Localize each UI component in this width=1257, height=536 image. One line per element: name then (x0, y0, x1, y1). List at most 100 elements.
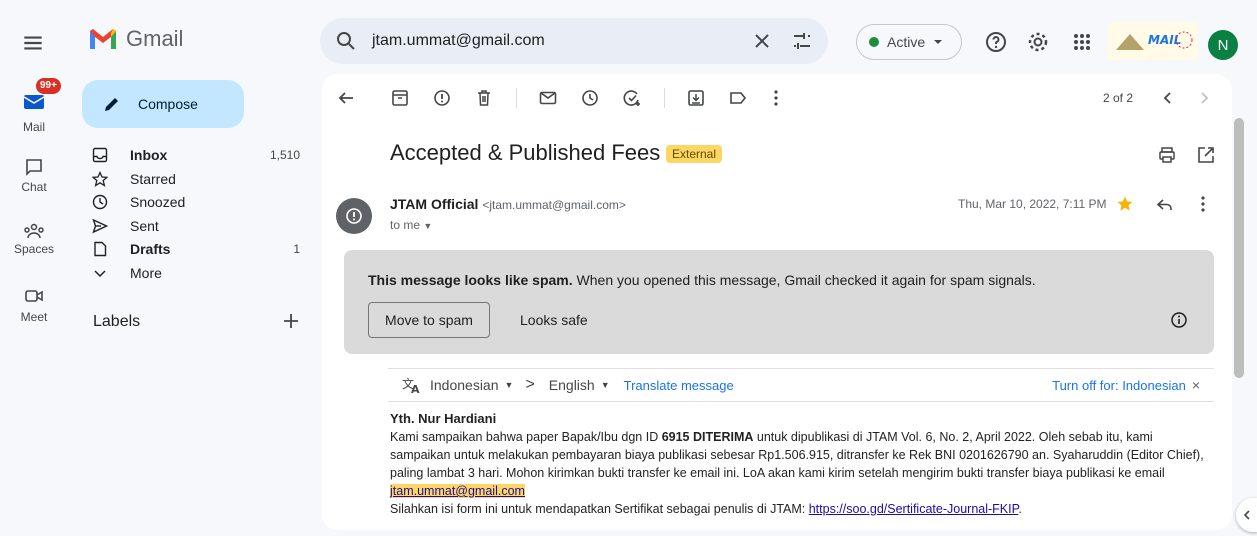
labels-heading: Labels (93, 313, 141, 330)
rail-chat[interactable]: Chat (0, 158, 68, 194)
caret-down-icon (934, 40, 943, 44)
folder-more[interactable]: More (82, 261, 302, 284)
help-button[interactable] (984, 30, 1008, 54)
apps-button[interactable] (1070, 30, 1094, 54)
folder-label: More (130, 264, 162, 281)
folder-inbox[interactable]: Inbox 1,510 (82, 143, 302, 166)
newer-button[interactable] (1158, 88, 1178, 108)
folder-label: Sent (130, 217, 159, 234)
clock-icon (582, 90, 598, 106)
recipient-details[interactable]: to me ▼ (390, 218, 432, 232)
spam-info-button[interactable] (1169, 310, 1189, 330)
draft-icon (94, 241, 107, 256)
folder-label: Drafts (130, 240, 171, 257)
info-icon (1171, 312, 1187, 328)
archive-icon (392, 90, 408, 106)
warning-circle-icon (346, 208, 362, 224)
spam-warning-text: This message looks like spam. When you o… (368, 272, 1036, 288)
sender-name[interactable]: JTAM Official (390, 196, 478, 212)
translate-message-link[interactable]: Translate message (624, 378, 734, 393)
help-icon (986, 32, 1006, 52)
add-task-button[interactable] (622, 88, 642, 108)
folder-snoozed[interactable]: Snoozed (82, 190, 302, 213)
greeting: Yth. Nur Hardiani (390, 411, 497, 426)
arrow-left-icon (338, 92, 353, 104)
clock-icon (92, 194, 108, 209)
status-label: Active (887, 34, 926, 50)
move-to-button[interactable] (686, 88, 706, 108)
folder-drafts[interactable]: Drafts 1 (82, 237, 302, 260)
sender-email: <jtam.ummat@gmail.com> (482, 198, 626, 212)
main-menu-button[interactable] (20, 30, 46, 56)
message-more-button[interactable] (1193, 194, 1213, 214)
open-new-window-button[interactable] (1196, 145, 1216, 165)
body-paragraph: Kami sampaikan bahwa paper Bapak/Ibu dgn… (390, 428, 1210, 500)
video-icon (25, 290, 43, 302)
reply-button[interactable] (1155, 194, 1175, 214)
star-icon (92, 170, 108, 187)
more-actions-button[interactable] (766, 88, 786, 108)
account-brand-logo[interactable]: MAIL (1108, 22, 1198, 60)
account-avatar[interactable]: N (1208, 30, 1238, 60)
move-to-spam-button[interactable]: Move to spam (368, 302, 490, 338)
report-spam-button[interactable] (432, 88, 452, 108)
folder-label: Inbox (130, 146, 168, 163)
body-bold: 6915 DITERIMA (661, 430, 754, 444)
pencil-icon (105, 98, 118, 111)
certificate-form-link[interactable]: https://soo.gd/Sertificate-Journal-FKIP (809, 502, 1019, 516)
gmail-logo[interactable]: Gmail (88, 26, 183, 52)
gmail-m-icon (90, 29, 116, 49)
older-button[interactable] (1194, 88, 1214, 108)
sender-line: JTAM Official <jtam.ummat@gmail.com> (390, 196, 626, 212)
email-link[interactable]: jtam.ummat@gmail.com (390, 484, 525, 498)
source-language-select[interactable]: Indonesian (430, 377, 499, 393)
side-panel-toggle[interactable] (1236, 498, 1257, 532)
turn-off-translate-link[interactable]: Turn off for: Indonesian (1052, 378, 1186, 393)
rail-chat-label: Chat (21, 180, 47, 194)
task-add-icon (623, 90, 640, 106)
rail-mail[interactable]: 99+ Mail (0, 78, 68, 134)
chevron-right-icon (1201, 92, 1209, 104)
compose-button[interactable]: Compose (82, 80, 244, 128)
settings-button[interactable] (1026, 30, 1050, 54)
close-icon[interactable]: × (1192, 377, 1200, 393)
svg-text:A: A (411, 383, 420, 394)
archive-button[interactable] (390, 88, 410, 108)
rail-meet[interactable]: Meet (0, 288, 68, 324)
reply-icon (1156, 199, 1172, 210)
toolbar-divider (516, 88, 517, 108)
search-input[interactable]: jtam.ummat@gmail.com (372, 32, 750, 50)
snooze-button[interactable] (580, 88, 600, 108)
caret-down-icon: ▼ (504, 380, 514, 390)
body-text-3: Silahkan isi form ini untuk mendapatkan … (390, 502, 809, 516)
rail-spaces[interactable]: Spaces (0, 222, 68, 256)
print-button[interactable] (1157, 145, 1177, 165)
back-button[interactable] (336, 88, 356, 108)
search-icon[interactable] (334, 29, 358, 53)
email-date: Thu, Mar 10, 2022, 7:11 PM (958, 197, 1107, 211)
envelope-icon (539, 91, 557, 105)
unread-badge: 99+ (36, 78, 61, 94)
mark-unread-button[interactable] (538, 88, 558, 108)
looks-safe-button[interactable]: Looks safe (520, 302, 588, 338)
chevron-left-icon (1163, 92, 1171, 104)
chevron-left-icon (1243, 510, 1250, 520)
folder-count: 1,510 (269, 147, 300, 162)
target-language-select[interactable]: English (549, 377, 595, 393)
search-bar[interactable]: jtam.ummat@gmail.com (320, 18, 828, 64)
close-icon[interactable] (750, 29, 774, 53)
status-dropdown[interactable]: Active (856, 24, 962, 60)
scrollbar[interactable] (1234, 118, 1244, 378)
rail-spaces-label: Spaces (13, 242, 55, 256)
star-button[interactable] (1116, 195, 1134, 213)
folder-starred[interactable]: Starred (82, 167, 302, 190)
add-label-button[interactable] (280, 310, 302, 332)
pagination-text: 2 of 2 (1103, 91, 1134, 105)
trash-icon (478, 90, 490, 106)
folder-sent[interactable]: Sent (82, 214, 302, 237)
external-label[interactable]: External (666, 145, 723, 163)
email-body: Yth. Nur Hardiani Kami sampaikan bahwa p… (390, 410, 1210, 518)
label-button[interactable] (728, 88, 748, 108)
delete-button[interactable] (474, 88, 494, 108)
search-options-icon[interactable] (790, 29, 814, 53)
